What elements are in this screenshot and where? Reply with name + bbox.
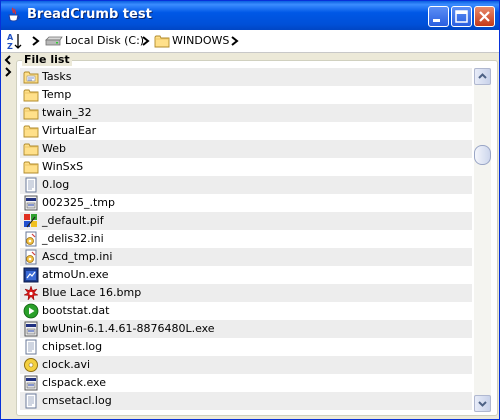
maximize-button[interactable]: [451, 6, 472, 27]
list-item[interactable]: Ascd_tmp.ini: [20, 248, 472, 266]
folder-icon: [23, 105, 39, 121]
vertical-scrollbar[interactable]: [474, 68, 491, 412]
list-item[interactable]: 0.log: [20, 176, 472, 194]
breadcrumb-bar: A Z Local Disk (C:) WINDOWS: [1, 30, 499, 53]
file-name: atmoUn.exe: [42, 268, 109, 281]
file-name: WinSxS: [42, 160, 84, 173]
list-item[interactable]: Temp: [20, 86, 472, 104]
window-title: BreadCrumb test: [27, 7, 152, 22]
file-name: Tasks: [42, 70, 72, 83]
close-icon: [479, 11, 490, 22]
chevron-down-icon: [478, 401, 487, 407]
list-item[interactable]: Blue Lace 16.bmp: [20, 284, 472, 302]
list-item[interactable]: _delis32.ini: [20, 230, 472, 248]
file-name: twain_32: [42, 106, 92, 119]
list-item[interactable]: Web: [20, 140, 472, 158]
list-item[interactable]: clock.avi: [20, 356, 472, 374]
list-item[interactable]: chipset.log: [20, 338, 472, 356]
list-item[interactable]: twain_32: [20, 104, 472, 122]
file-name: Temp: [42, 88, 72, 101]
text-file-icon: [23, 177, 39, 193]
bmp-file-icon: [23, 285, 39, 301]
side-panel: [1, 53, 15, 419]
file-name: bwUnin-6.1.4.61-8876480L.exe: [42, 322, 215, 335]
list-item[interactable]: WinSxS: [20, 158, 472, 176]
file-list-title: File list: [22, 53, 72, 66]
avi-file-icon: [23, 357, 39, 373]
pif-file-icon: [23, 213, 39, 229]
tmp-file-icon: [23, 321, 39, 337]
ini-file-icon: [23, 231, 39, 247]
file-name: _default.pif: [42, 214, 104, 227]
chevron-right-icon[interactable]: [230, 34, 240, 48]
file-name: Ascd_tmp.ini: [42, 250, 113, 263]
chevron-right-icon[interactable]: [4, 67, 12, 77]
chevron-right-icon[interactable]: [141, 34, 151, 48]
file-name: bootstat.dat: [42, 304, 110, 317]
file-name: 0.log: [42, 178, 70, 191]
svg-text:A: A: [7, 33, 14, 42]
sort-az-icon[interactable]: A Z: [7, 32, 23, 51]
dat-file-icon: [23, 303, 39, 319]
file-name: clspack.exe: [42, 376, 106, 389]
list-item[interactable]: cmsetacl.log: [20, 392, 472, 410]
folder-icon: [23, 87, 39, 103]
scroll-down-button[interactable]: [474, 395, 491, 412]
folder-icon: [23, 123, 39, 139]
file-list[interactable]: Tasks Temp twain_32 VirtualEar Web WinSxS 0.lo…: [20, 68, 472, 412]
exe-file-icon: [23, 267, 39, 283]
file-name: _delis32.ini: [42, 232, 104, 245]
folder-icon: [23, 141, 39, 157]
tmp-file-icon: [23, 375, 39, 391]
scroll-up-button[interactable]: [474, 68, 491, 85]
list-item[interactable]: 002325_.tmp: [20, 194, 472, 212]
folder-icon: [154, 33, 170, 52]
breadcrumb-label: Local Disk (C:): [65, 34, 145, 47]
folder-icon: [23, 159, 39, 175]
svg-text:Z: Z: [7, 42, 13, 50]
ini-file-icon: [23, 249, 39, 265]
close-button[interactable]: [474, 6, 495, 27]
text-file-icon: [23, 393, 39, 409]
chevron-left-icon[interactable]: [4, 55, 12, 65]
minimize-icon: [433, 19, 440, 22]
file-name: Web: [42, 142, 66, 155]
chevron-up-icon: [478, 73, 487, 79]
list-item[interactable]: bwUnin-6.1.4.61-8876480L.exe: [20, 320, 472, 338]
app-window: BreadCrumb test A Z Local Disk (C:) WIND…: [0, 0, 500, 420]
list-item[interactable]: VirtualEar: [20, 122, 472, 140]
file-name: VirtualEar: [42, 124, 97, 137]
scrollbar-thumb[interactable]: [474, 145, 491, 165]
list-item[interactable]: clspack.exe: [20, 374, 472, 392]
hard-drive-icon: [45, 36, 63, 49]
breadcrumb-label: WINDOWS: [172, 34, 230, 47]
minimize-button[interactable]: [428, 6, 449, 27]
java-cup-icon: [7, 7, 21, 23]
list-item[interactable]: bootstat.dat: [20, 302, 472, 320]
file-name: Blue Lace 16.bmp: [42, 286, 142, 299]
list-item[interactable]: Tasks: [20, 68, 472, 86]
file-name: cmsetacl.log: [42, 394, 112, 407]
title-bar[interactable]: BreadCrumb test: [1, 1, 499, 30]
list-item[interactable]: _default.pif: [20, 212, 472, 230]
file-name: 002325_.tmp: [42, 196, 115, 209]
list-item[interactable]: atmoUn.exe: [20, 266, 472, 284]
text-file-icon: [23, 339, 39, 355]
file-name: chipset.log: [42, 340, 103, 353]
file-name: clock.avi: [42, 358, 91, 371]
tasks-folder-icon: [23, 69, 39, 85]
tmp-file-icon: [23, 195, 39, 211]
chevron-right-icon[interactable]: [31, 34, 41, 48]
